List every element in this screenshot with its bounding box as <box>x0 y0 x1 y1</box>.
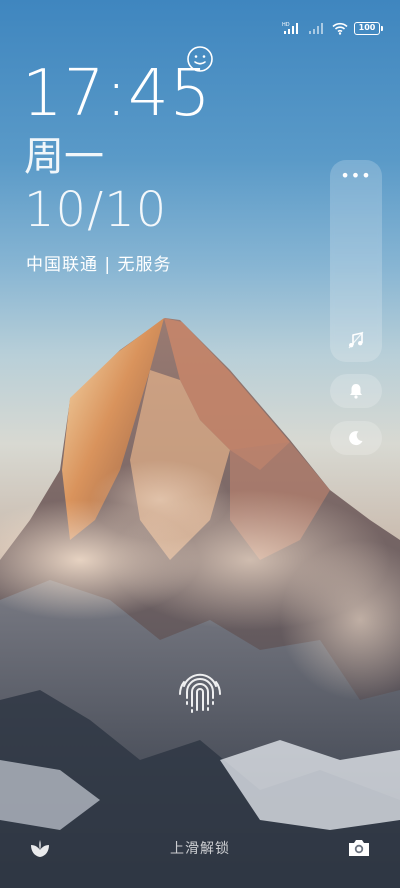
more-dots-icon[interactable]: ••• <box>330 168 382 184</box>
hd-label: HD <box>282 22 290 28</box>
swipe-up-hint: 上滑解锁 <box>170 841 230 857</box>
music-icon[interactable] <box>346 330 366 350</box>
carrier-status: 中国联通 | 无服务 <box>26 255 172 275</box>
bell-icon <box>350 384 362 399</box>
music-widget-panel[interactable]: ••• <box>330 160 382 362</box>
leaf-icon[interactable] <box>28 836 52 860</box>
status-bar: HD 100 <box>282 18 383 38</box>
moon-toggle-button[interactable] <box>330 421 382 455</box>
camera-icon[interactable] <box>346 836 372 860</box>
fingerprint-icon[interactable] <box>172 664 228 720</box>
bell-toggle-button[interactable] <box>330 374 382 408</box>
clock-time: 17:45 <box>22 57 212 131</box>
moon-icon <box>349 431 363 446</box>
battery-icon: 100 <box>354 21 383 35</box>
signal-hd-icon: HD <box>282 22 298 34</box>
wifi-icon <box>332 22 348 35</box>
date: 10/10 <box>24 182 168 238</box>
battery-level: 100 <box>358 23 376 32</box>
weekday: 周一 <box>24 134 104 180</box>
signal-empty-icon <box>309 23 323 34</box>
